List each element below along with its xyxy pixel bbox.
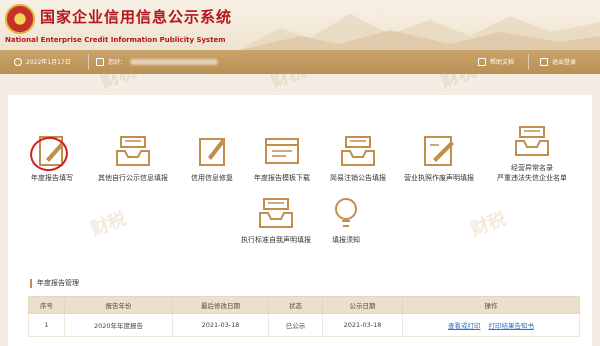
- function-other-disclosure[interactable]: 其他自行公示信息填报: [90, 133, 176, 183]
- col-modified: 最后修改日期: [172, 296, 269, 314]
- annual-report-section-title: 年度报告管理: [30, 278, 79, 288]
- col-published: 公示日期: [322, 296, 403, 314]
- function-filing-notice[interactable]: 填报须知: [322, 195, 370, 245]
- annual-report-table: 序号 报告年份 最后修改日期 状态 公示日期 操作 1 2020年年度报告 20…: [28, 296, 580, 337]
- user-icon: [96, 57, 104, 66]
- cell-actions: 查看或打印 打印结果告知书: [402, 313, 580, 337]
- current-date: 2022年1月17日: [26, 59, 71, 66]
- license-edit-icon: [424, 136, 454, 166]
- function-standard-declaration[interactable]: 执行标准自我声明填报: [230, 195, 322, 245]
- view-print-link[interactable]: 查看或打印: [448, 322, 481, 330]
- col-actions: 操作: [402, 296, 580, 314]
- cell-modified: 2021-03-18: [172, 313, 269, 337]
- inbox-tray-icon: [515, 126, 549, 156]
- date-display: 2022年1月17日: [14, 57, 71, 66]
- function-label: 信用信息修复: [191, 174, 233, 182]
- function-license-void[interactable]: 营业执照作废声明填报: [396, 133, 482, 183]
- function-label: 填报须知: [332, 236, 360, 244]
- print-notice-link[interactable]: 打印结果告知书: [489, 322, 535, 330]
- clock-icon: [14, 57, 22, 66]
- inbox-tray-icon: [116, 136, 150, 166]
- main-panel: 年度报告填写 其他自行公示信息填报 信用信息修复 年度报告模板下载 简易注销公告…: [8, 95, 592, 346]
- cell-published: 2021-03-18: [322, 313, 403, 337]
- redacted-company-name: [130, 58, 219, 65]
- national-emblem-icon: ★: [5, 4, 35, 34]
- logout-button[interactable]: 退出登录: [540, 57, 576, 66]
- user-info-bar: 2022年1月17日 您好： 帮助文档 退出登录: [0, 50, 600, 74]
- function-label: 执行标准自我声明填报: [241, 236, 311, 244]
- function-label: 营业执照作废声明填报: [404, 174, 474, 182]
- col-year: 报告年份: [64, 296, 173, 314]
- function-label: 简易注销公告填报: [330, 174, 386, 182]
- help-link[interactable]: 帮助文档: [478, 57, 514, 66]
- site-title: 国家企业信用信息公示系统: [40, 8, 233, 26]
- function-credit-repair[interactable]: 信用信息修复: [180, 133, 244, 183]
- function-deregistration[interactable]: 简易注销公告填报: [320, 133, 396, 183]
- site-subtitle: National Enterprise Credit Information P…: [5, 36, 226, 44]
- site-header: ★ 国家企业信用信息公示系统 National Enterprise Credi…: [0, 0, 600, 50]
- table-header-row: 序号 报告年份 最后修改日期 状态 公示日期 操作: [28, 296, 580, 314]
- col-index: 序号: [28, 296, 65, 314]
- help-doc-icon: [478, 57, 486, 66]
- template-icon: [265, 138, 299, 164]
- edit-doc-icon: [199, 138, 225, 166]
- user-greeting: 您好：: [108, 59, 127, 66]
- inbox-tray-icon: [259, 198, 293, 228]
- function-label: 其他自行公示信息填报: [98, 174, 168, 182]
- col-status: 状态: [268, 296, 323, 314]
- function-label: 年度报告模板下载: [254, 174, 310, 182]
- function-label: 年度报告填写: [31, 174, 73, 182]
- table-row: 1 2020年年度报告 2021-03-18 已公示 2021-03-18 查看…: [28, 313, 580, 337]
- mountain-banner-graphic: [240, 14, 600, 50]
- logout-icon: [540, 57, 548, 66]
- cell-year: 2020年年度报告: [64, 313, 173, 337]
- user-display: 您好：: [96, 57, 219, 66]
- function-abnormal-list[interactable]: 经营异常名录 严重违法失信企业名单: [484, 123, 580, 183]
- function-label: 经营异常名录 严重违法失信企业名单: [497, 164, 567, 182]
- inbox-tray-icon: [341, 136, 375, 166]
- function-template-download[interactable]: 年度报告模板下载: [244, 133, 320, 183]
- cell-status: 已公示: [268, 313, 323, 337]
- section-marker: [30, 278, 32, 288]
- lightbulb-icon: [335, 198, 357, 227]
- cell-index: 1: [28, 313, 65, 337]
